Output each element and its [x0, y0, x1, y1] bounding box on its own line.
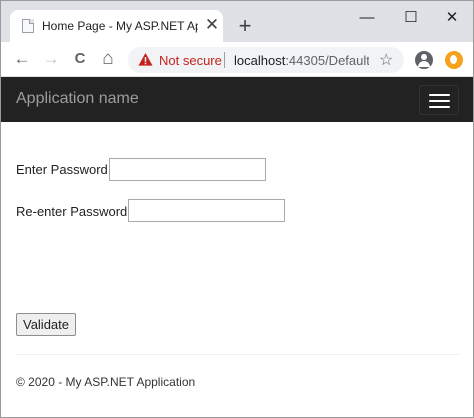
url-host: localhost — [234, 53, 286, 68]
password-input[interactable] — [109, 158, 266, 181]
menu-bar — [429, 100, 450, 102]
url-path: :44305/Default — [285, 53, 369, 68]
hamburger-menu-icon[interactable] — [419, 85, 459, 115]
page-icon — [22, 19, 34, 33]
close-window-button[interactable]: ✕ — [438, 8, 466, 28]
security-status[interactable]: Not secure — [159, 53, 222, 68]
tab-close-icon[interactable]: ✕ — [204, 16, 220, 34]
reenter-password-label: Re-enter Password — [16, 204, 128, 219]
profile-icon[interactable] — [415, 51, 433, 69]
maximize-button[interactable]: ☐ — [397, 8, 425, 28]
forward-button[interactable]: → — [41, 49, 61, 69]
reload-button[interactable]: C — [70, 49, 90, 69]
address-bar[interactable]: Not secure localhost:44305/Default ☆ — [128, 47, 404, 73]
warning-icon — [138, 52, 153, 66]
menu-bar — [429, 94, 450, 96]
footer-copyright: © 2020 - My ASP.NET Application — [16, 375, 196, 389]
minimize-button[interactable]: — — [353, 8, 381, 28]
menu-bar — [429, 106, 450, 108]
tab-strip: Home Page - My ASP.NET Applic ✕ + — ☐ ✕ — [1, 1, 473, 42]
tab-home-page[interactable]: Home Page - My ASP.NET Applic ✕ — [10, 10, 223, 42]
validate-button[interactable]: Validate — [16, 313, 76, 336]
new-tab-button[interactable]: + — [235, 15, 255, 37]
address-divider — [224, 52, 225, 68]
extension-icon[interactable] — [445, 51, 463, 69]
site-navbar: Application name — [1, 77, 473, 122]
password-label: Enter Password — [16, 162, 108, 177]
url-text[interactable]: localhost:44305/Default — [234, 53, 369, 68]
tab-title: Home Page - My ASP.NET Applic — [42, 19, 198, 33]
reenter-password-input[interactable] — [128, 199, 285, 222]
browser-toolbar: ← → C ⌂ Not secure localhost:44305/Defau… — [1, 42, 473, 77]
footer-divider — [16, 354, 459, 355]
navbar-brand[interactable]: Application name — [16, 90, 139, 108]
bookmark-star-icon[interactable]: ☆ — [379, 50, 393, 70]
home-button[interactable]: ⌂ — [98, 49, 118, 69]
browser-window: Home Page - My ASP.NET Applic ✕ + — ☐ ✕ … — [0, 0, 474, 418]
back-button[interactable]: ← — [12, 49, 32, 69]
